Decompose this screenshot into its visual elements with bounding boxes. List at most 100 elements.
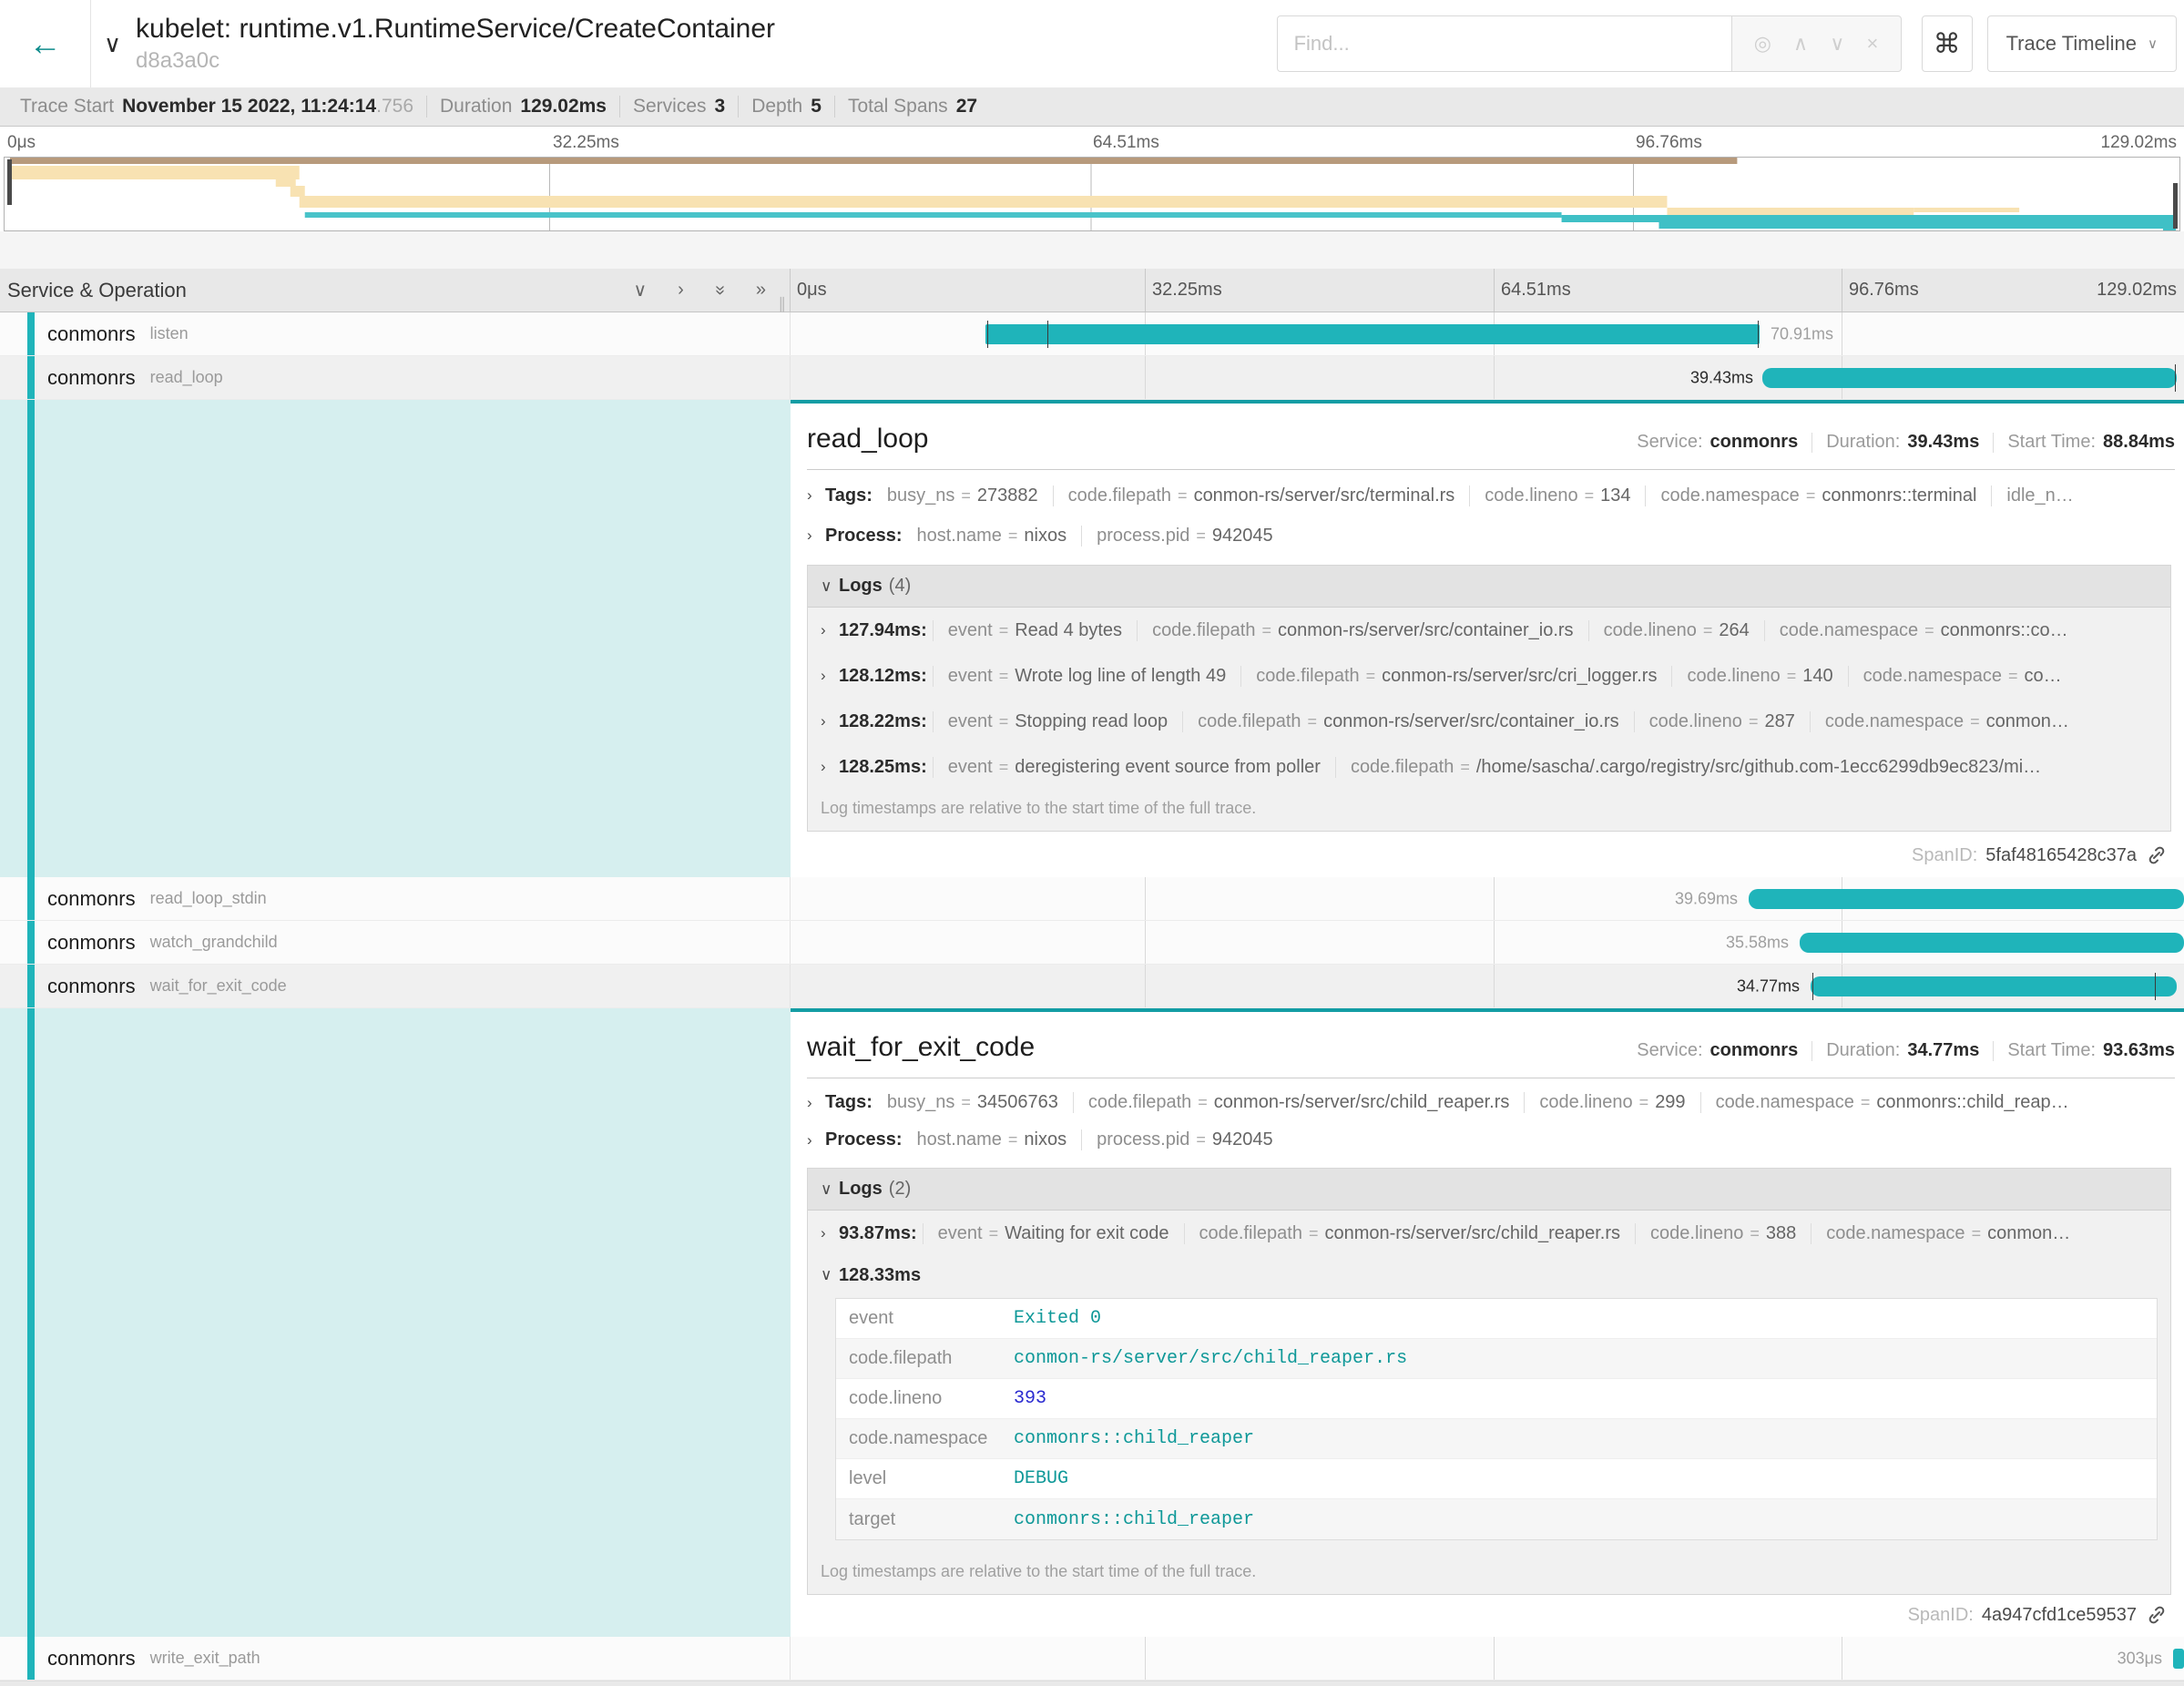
span-row-wait-for-exit-code[interactable]: conmonrs wait_for_exit_code 34.77ms	[0, 965, 2184, 1008]
tags-row[interactable]: › Tags: busy_ns=34506763 code.filepath=c…	[807, 1084, 2175, 1121]
collapse-one-icon[interactable]: ∨	[633, 279, 647, 301]
span-detail-wait-for-exit-code: wait_for_exit_code Service: conmonrs Dur…	[0, 1008, 2184, 1637]
chevron-right-icon: ›	[807, 1094, 825, 1112]
link-icon[interactable]	[2146, 1604, 2168, 1626]
span-row-listen[interactable]: conmonrs listen 70.91ms	[0, 312, 2184, 356]
trace-header-collapse-icon[interactable]: ∨	[104, 30, 121, 58]
span-row-read-loop-stdin[interactable]: conmonrs read_loop_stdin 39.69ms	[0, 877, 2184, 921]
log-entry[interactable]: › 128.12ms: event=Wrote log line of leng…	[808, 653, 2170, 699]
equals-sign: =	[1178, 486, 1188, 506]
detail-header[interactable]: wait_for_exit_code Service: conmonrs Dur…	[807, 1032, 2175, 1063]
timeline-axis: 0μs 32.25ms 64.51ms 96.76ms 129.02ms	[791, 269, 2184, 312]
equals-sign: =	[999, 758, 1009, 777]
chevron-down-icon: ∨	[821, 1266, 839, 1284]
back-button[interactable]: ←	[0, 0, 91, 87]
process-value: nixos	[1024, 526, 1066, 547]
span-name-cell[interactable]: conmonrs read_loop	[0, 356, 791, 399]
log-marker	[987, 321, 988, 348]
logs-header[interactable]: ∨ Logs (2)	[808, 1169, 2170, 1211]
service-color-bar	[27, 356, 35, 399]
detail-header[interactable]: read_loop Service: conmonrs Duration: 39…	[807, 424, 2175, 455]
timeline-minimap[interactable]	[4, 157, 2180, 231]
logs-count: (2)	[889, 1179, 911, 1200]
span-bar[interactable]	[1811, 976, 2177, 996]
log-field: event=Read 4 bytes	[933, 620, 1137, 641]
process-row[interactable]: › Process: host.name=nixos process.pid=9…	[807, 516, 2175, 556]
collapse-all-icon[interactable]: »	[709, 285, 730, 295]
clear-search-icon[interactable]: ×	[1867, 32, 1879, 56]
log-fields-table: event Exited 0 code.filepath conmon-rs/s…	[835, 1298, 2158, 1540]
expand-all-icon[interactable]: »	[756, 280, 766, 301]
span-bar[interactable]	[1749, 889, 2184, 909]
span-name-cell[interactable]: conmonrs listen	[0, 312, 791, 355]
timeline-grid-header: Service & Operation ∨ › » » ∥ 0μs 32.25m…	[0, 269, 2184, 312]
span-name-cell[interactable]: conmonrs read_loop_stdin	[0, 877, 791, 920]
field-key: code.lineno	[1604, 620, 1697, 641]
process-pill: host.name=nixos	[917, 526, 1082, 547]
span-row-watch-grandchild[interactable]: conmonrs watch_grandchild 35.58ms	[0, 921, 2184, 965]
operation-name: wait_for_exit_code	[150, 976, 287, 996]
spanid-row: SpanID: 5faf48165428c37a	[807, 835, 2175, 877]
duration-label: Duration:	[1826, 1040, 1900, 1061]
detail-operation-title: read_loop	[807, 424, 928, 455]
spanid-value: 5faf48165428c37a	[1985, 845, 2137, 866]
tag-pill: code.lineno=299	[1524, 1092, 1699, 1113]
link-icon[interactable]	[2146, 844, 2168, 866]
gridline	[1145, 269, 1146, 312]
span-name-cell[interactable]: conmonrs write_exit_path	[0, 1637, 791, 1680]
expand-one-icon[interactable]: ›	[678, 280, 684, 301]
table-row: code.filepath conmon-rs/server/src/child…	[836, 1339, 2157, 1379]
span-bar[interactable]	[2173, 1649, 2184, 1669]
span-bar[interactable]	[985, 324, 1760, 344]
span-row-write-exit-path[interactable]: conmonrs write_exit_path 303μs	[0, 1637, 2184, 1681]
equals-sign: =	[999, 621, 1009, 640]
axis-tick: 64.51ms	[1501, 280, 1571, 301]
keyboard-shortcuts-button[interactable]: ⌘	[1922, 15, 1973, 72]
process-row[interactable]: › Process: host.name=nixos process.pid=9…	[807, 1121, 2175, 1159]
log-entry[interactable]: › 127.94ms: event=Read 4 bytes code.file…	[808, 608, 2170, 653]
detail-meta: Service: conmonrs Duration: 39.43ms Star…	[1637, 432, 2175, 453]
next-match-icon[interactable]: ∨	[1830, 32, 1844, 56]
span-name-cell[interactable]: conmonrs watch_grandchild	[0, 921, 791, 964]
log-field: event=Stopping read loop	[933, 711, 1182, 732]
span-bar-cell[interactable]: 303μs	[791, 1637, 2184, 1680]
span-bar-cell[interactable]: 35.58ms	[791, 921, 2184, 964]
tag-key: code.namespace	[1716, 1092, 1854, 1113]
span-bar-cell[interactable]: 70.91ms	[791, 312, 2184, 355]
log-entry[interactable]: › 128.25ms: event=deregistering event so…	[808, 744, 2170, 790]
span-bar-cell[interactable]: 39.43ms	[791, 356, 2184, 399]
field-value: conmon-rs/server/src/child_reaper.rs	[1324, 1223, 1620, 1244]
summary-value: November 15 2022, 11:24:14	[122, 96, 376, 118]
field-value: Stopping read loop	[1015, 711, 1168, 732]
gridline	[1494, 921, 1495, 964]
span-bar[interactable]	[1800, 933, 2184, 953]
span-bar[interactable]	[1762, 368, 2177, 388]
column-resizer[interactable]: ∥	[779, 295, 787, 313]
log-entry[interactable]: › 93.87ms: event=Waiting for exit code c…	[808, 1211, 2170, 1256]
view-selector-button[interactable]: Trace Timeline ∨	[1987, 15, 2177, 72]
gridline	[1145, 356, 1146, 399]
equals-sign: =	[1366, 667, 1376, 686]
log-entry[interactable]: › 128.22ms: event=Stopping read loop cod…	[808, 699, 2170, 744]
spanid-row: SpanID: 4a947cfd1ce59537	[807, 1595, 2175, 1637]
page-title: kubelet: runtime.v1.RuntimeService/Creat…	[136, 14, 775, 46]
table-row: event Exited 0	[836, 1299, 2157, 1339]
span-bar-cell[interactable]: 39.69ms	[791, 877, 2184, 920]
logs-header[interactable]: ∨ Logs (4)	[808, 566, 2170, 608]
process-pill: process.pid=942045	[1081, 1129, 1288, 1150]
field-value: 388	[1766, 1223, 1796, 1244]
field-value: conmon-rs/server/src/container_io.rs	[1323, 711, 1619, 732]
prev-match-icon[interactable]: ∧	[1793, 32, 1808, 56]
log-entry-expanded[interactable]: ∨ 128.33ms	[808, 1256, 2170, 1294]
focus-match-icon[interactable]: ◎	[1754, 32, 1771, 56]
field-value: 264	[1719, 620, 1749, 641]
find-input[interactable]	[1277, 15, 1732, 72]
span-row-read-loop[interactable]: conmonrs read_loop 39.43ms	[0, 356, 2184, 400]
tag-value: 273882	[977, 485, 1038, 506]
span-bar-cell[interactable]: 34.77ms	[791, 965, 2184, 1007]
tags-row[interactable]: › Tags: busy_ns=273882 code.filepath=con…	[807, 475, 2175, 516]
divider	[1811, 1041, 1812, 1061]
minimap-tick: 32.25ms	[553, 133, 619, 153]
chevron-right-icon: ›	[821, 712, 839, 731]
span-name-cell[interactable]: conmonrs wait_for_exit_code	[0, 965, 791, 1007]
